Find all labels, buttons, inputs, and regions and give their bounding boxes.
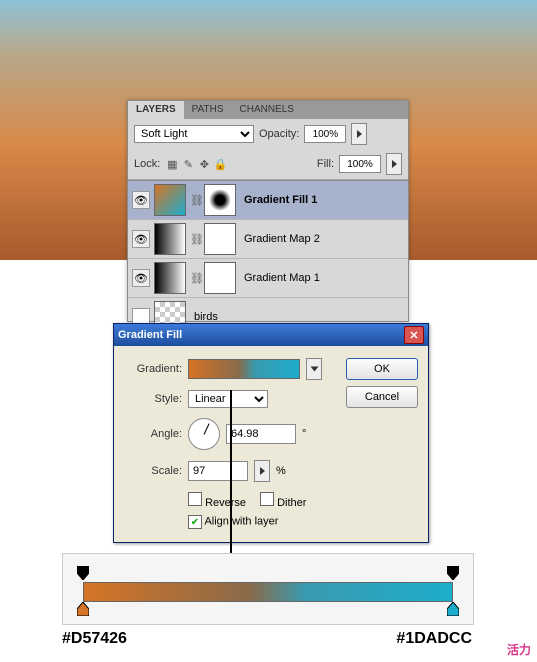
color-stop-right[interactable]: [447, 602, 459, 616]
fill-label: Fill:: [317, 158, 334, 170]
tab-paths[interactable]: PATHS: [184, 101, 232, 119]
angle-wheel[interactable]: [188, 418, 220, 450]
gradient-preview[interactable]: [188, 359, 300, 379]
scale-unit: %: [276, 465, 286, 477]
opacity-label: Opacity:: [259, 128, 299, 140]
gradient-editor: [62, 553, 474, 625]
layer-name[interactable]: birds: [194, 311, 218, 323]
layer-name[interactable]: Gradient Fill 1: [244, 194, 317, 206]
layer-mask-thumb[interactable]: [204, 184, 236, 216]
scale-label: Scale:: [124, 465, 182, 477]
visibility-icon[interactable]: 👁: [132, 191, 150, 209]
hex-right: #1DADCC: [396, 630, 472, 648]
align-checkbox[interactable]: ✔ Align with layer: [188, 515, 278, 529]
visibility-icon[interactable]: 👁: [132, 230, 150, 248]
gradient-picker-button[interactable]: [306, 358, 322, 380]
layer-row[interactable]: 👁 ⛓ Gradient Fill 1: [128, 181, 408, 220]
opacity-flyout[interactable]: [351, 123, 367, 145]
style-label: Style:: [124, 393, 182, 405]
dither-checkbox[interactable]: Dither: [260, 492, 306, 509]
blend-mode-select[interactable]: Soft Light: [134, 125, 254, 143]
lock-all-icon[interactable]: 🔒: [213, 157, 227, 171]
gradient-track[interactable]: [83, 582, 453, 602]
layer-mask-thumb[interactable]: [204, 262, 236, 294]
layer-thumb[interactable]: [154, 184, 186, 216]
opacity-stop-left[interactable]: [77, 566, 89, 580]
ok-button[interactable]: OK: [346, 358, 418, 380]
color-stop-left[interactable]: [77, 602, 89, 616]
layer-thumb[interactable]: [154, 262, 186, 294]
angle-unit: °: [302, 428, 306, 440]
lock-position-icon[interactable]: ✥: [197, 157, 211, 171]
style-select[interactable]: Linear: [188, 390, 268, 408]
gradient-fill-dialog: Gradient Fill ✕ OK Cancel Gradient: Styl…: [113, 323, 429, 543]
link-icon[interactable]: ⛓: [190, 233, 200, 246]
angle-input[interactable]: 64.98: [226, 424, 296, 444]
angle-label: Angle:: [124, 428, 182, 440]
link-icon[interactable]: ⛓: [190, 194, 200, 207]
lock-transparent-icon[interactable]: ▦: [165, 157, 179, 171]
layer-list: 👁 ⛓ Gradient Fill 1 👁 ⛓ Gradient Map 2 👁…: [128, 180, 408, 337]
tab-channels[interactable]: CHANNELS: [232, 101, 302, 119]
cancel-button[interactable]: Cancel: [346, 386, 418, 408]
fill-input[interactable]: 100%: [339, 155, 381, 173]
layer-name[interactable]: Gradient Map 1: [244, 272, 320, 284]
layer-mask-thumb[interactable]: [204, 223, 236, 255]
panel-tabs: LAYERS PATHS CHANNELS: [128, 101, 408, 119]
opacity-input[interactable]: 100%: [304, 125, 346, 143]
reverse-checkbox[interactable]: Reverse: [188, 492, 246, 509]
watermark: 活力: [507, 641, 531, 658]
scale-flyout[interactable]: [254, 460, 270, 482]
tab-layers[interactable]: LAYERS: [128, 101, 184, 119]
dialog-title: Gradient Fill: [118, 329, 182, 341]
dialog-titlebar[interactable]: Gradient Fill ✕: [114, 324, 428, 346]
lock-label: Lock:: [134, 158, 160, 170]
visibility-icon[interactable]: 👁: [132, 269, 150, 287]
lock-image-icon[interactable]: ✎: [181, 157, 195, 171]
layer-thumb[interactable]: [154, 223, 186, 255]
layer-row[interactable]: 👁 ⛓ Gradient Map 2: [128, 220, 408, 259]
layers-panel: LAYERS PATHS CHANNELS Soft Light Opacity…: [127, 100, 409, 322]
opacity-stop-right[interactable]: [447, 566, 459, 580]
layer-row[interactable]: 👁 ⛓ Gradient Map 1: [128, 259, 408, 298]
layer-name[interactable]: Gradient Map 2: [244, 233, 320, 245]
hex-left: #D57426: [62, 630, 127, 648]
gradient-label: Gradient:: [124, 363, 182, 375]
scale-input[interactable]: 97: [188, 461, 248, 481]
fill-flyout[interactable]: [386, 153, 402, 175]
link-icon[interactable]: ⛓: [190, 272, 200, 285]
close-icon[interactable]: ✕: [404, 326, 424, 344]
annotation-arrow: [230, 390, 232, 565]
hex-labels: #D57426 #1DADCC: [62, 630, 472, 648]
